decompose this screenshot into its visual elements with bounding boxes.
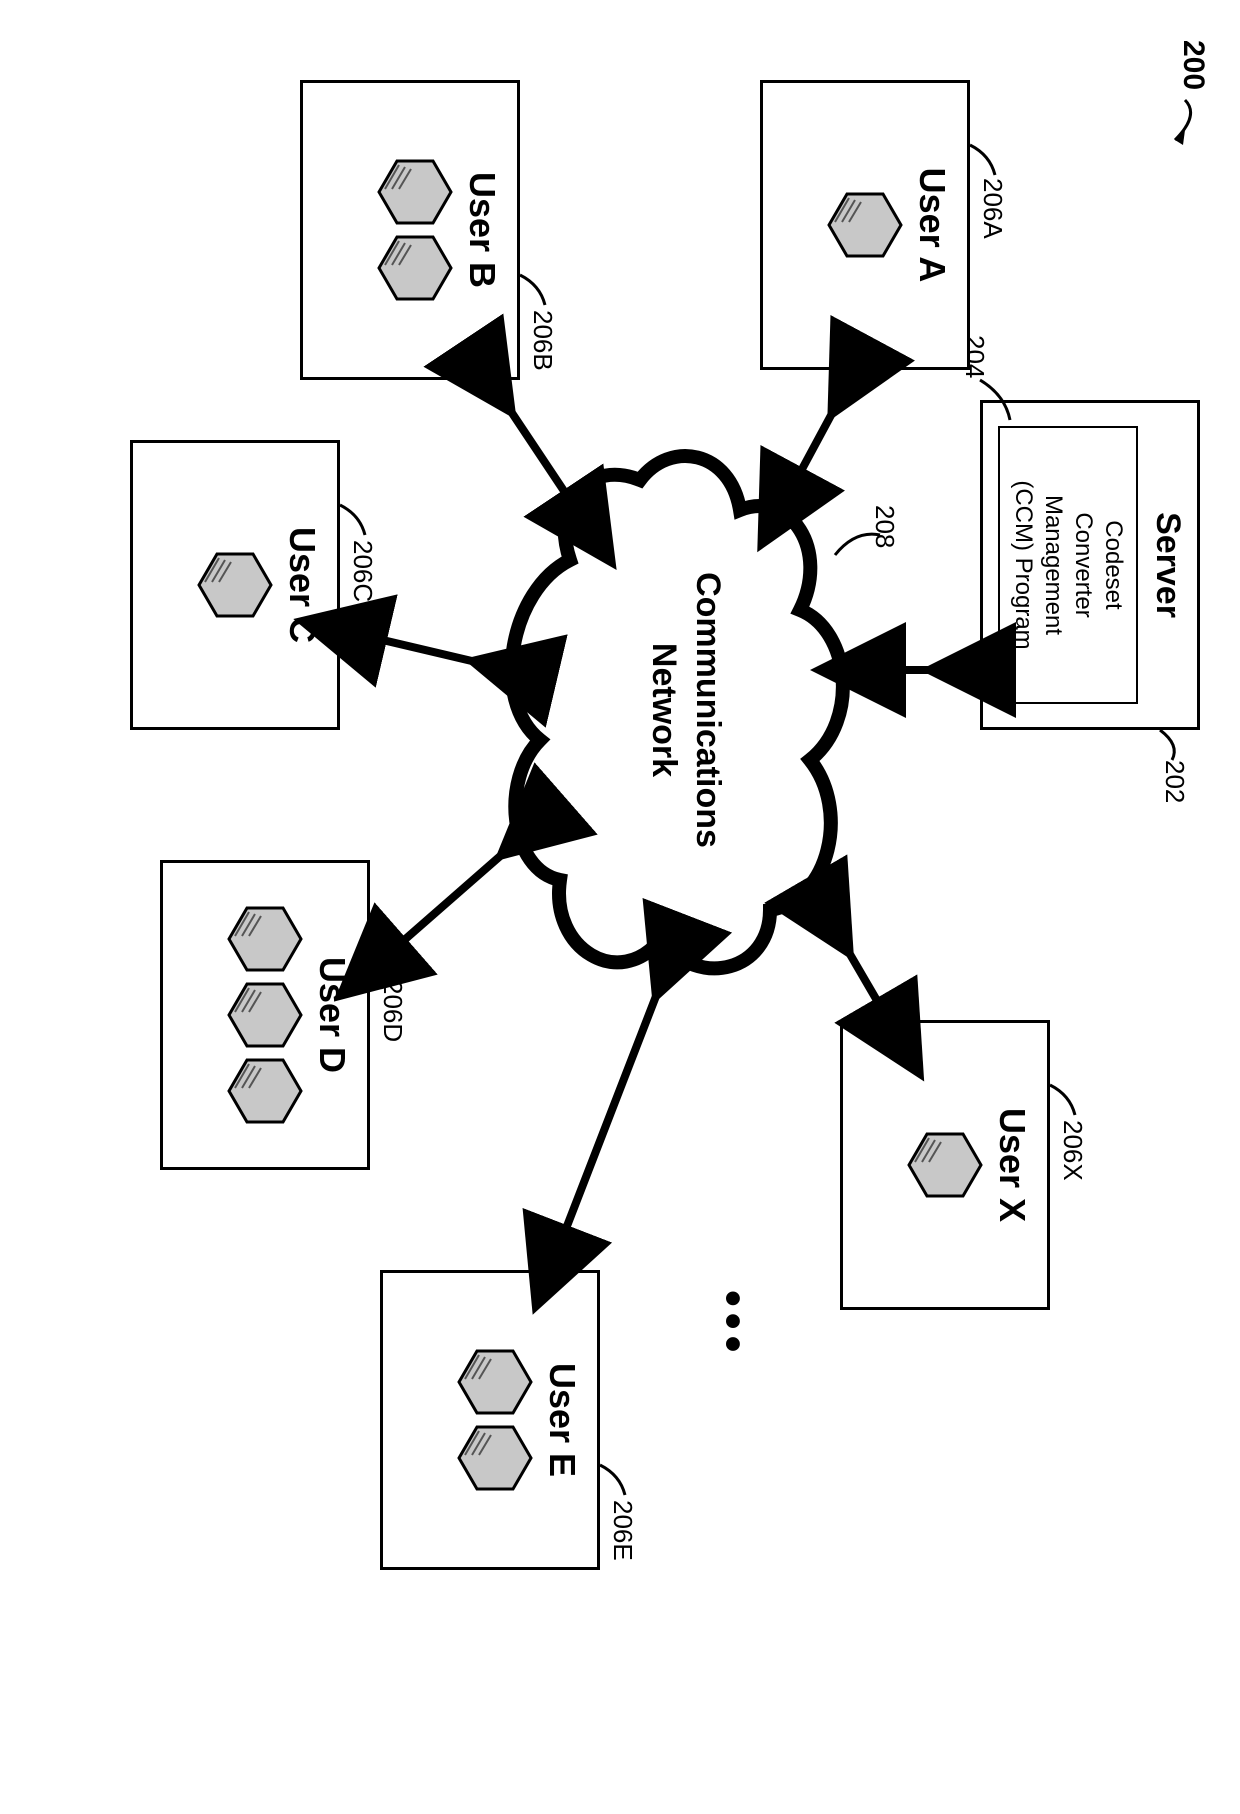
user-d-ref: 206D [377,980,408,1042]
user-d-box: User D [160,860,370,1170]
server-box: Server Codeset Converter Management (CCM… [980,400,1200,730]
user-c-ref: 206C [347,540,378,602]
user-d-hexrow [225,863,305,1167]
hex-icon [825,190,905,260]
arrow-server-cloud [848,650,978,690]
user-x-label: User X [991,1023,1033,1307]
cloud-label: Communications Network [642,540,730,880]
user-d-label: User D [311,863,353,1167]
arrow-userd-cloud [360,820,540,980]
user-e-label: User E [541,1273,583,1567]
user-c-label: User C [281,443,323,727]
hex-icon [375,157,455,227]
cloud-line2: Network [642,540,686,880]
hex-icon [225,1056,305,1126]
hex-icon [375,233,455,303]
ellipsis: ••• [705,1290,760,1358]
user-x-ref: 206X [1057,1120,1088,1181]
program-line-2: Management [1038,434,1068,697]
user-b-box: User B [300,80,520,380]
user-x-hexrow [905,1023,985,1307]
hex-icon [225,980,305,1050]
user-x-box: User X [840,1020,1050,1310]
user-b-hexrow [375,83,455,377]
arrow-usere-cloud [530,950,680,1280]
server-title: Server [1148,403,1187,727]
arrow-userx-cloud [820,910,910,1050]
user-e-hexrow [455,1273,535,1567]
user-c-hexrow [195,443,275,727]
arrow-usera-cloud [760,370,860,520]
program-line-0: Codeset [1098,434,1128,697]
user-e-ref: 206E [607,1500,638,1561]
user-e-box: User E [380,1270,600,1570]
program-line-3: (CCM) Program [1008,434,1038,697]
cloud-line1: Communications [686,540,730,880]
user-c-box: User C [130,440,340,730]
user-a-label: User A [911,83,953,367]
user-a-box: User A [760,80,970,370]
hex-icon [225,904,305,974]
figure-ref: 200 [1176,40,1210,90]
server-program-box: Codeset Converter Management (CCM) Progr… [998,426,1138,705]
user-a-ref: 206A [977,178,1008,239]
user-a-hexrow [825,83,905,367]
hex-icon [455,1423,535,1493]
hex-icon [905,1130,985,1200]
program-line-1: Converter [1068,434,1098,697]
user-b-label: User B [461,83,503,377]
user-b-ref: 206B [527,310,558,371]
figure-ref-text: 200 [1177,40,1210,90]
arrow-userc-cloud [330,610,520,690]
hex-icon [195,550,275,620]
arrow-userb-cloud [480,370,600,540]
hex-icon [455,1347,535,1417]
